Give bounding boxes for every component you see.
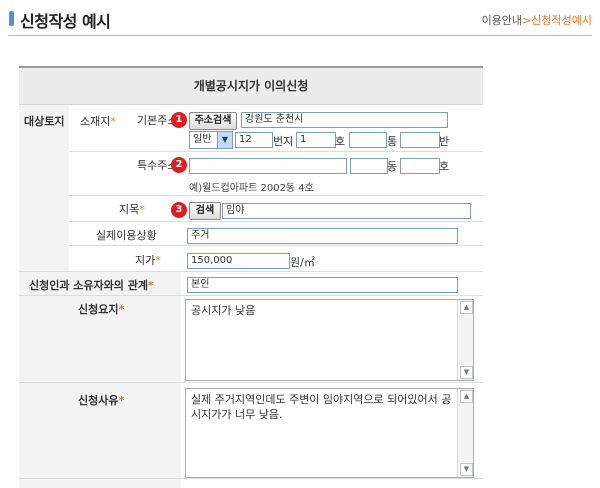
row-divider — [19, 271, 483, 272]
jimok-input[interactable]: 임야 — [222, 203, 471, 219]
required-mark: * — [147, 279, 154, 292]
lot-main-input[interactable]: 12 — [235, 132, 273, 148]
row-divider — [69, 151, 483, 152]
relation-label-text: 신청인과 소유자와의 관계 — [29, 279, 148, 292]
section-target-label: 대상토지 — [24, 115, 65, 128]
required-mark: * — [155, 254, 161, 267]
summary-label-text: 신청요지 — [78, 303, 119, 316]
step-badge-1: 1 — [171, 112, 187, 128]
location-label: 소재지* — [80, 113, 116, 129]
breadcrumb-parent[interactable]: 이용안내 — [482, 14, 522, 27]
summary-textarea[interactable]: 공시지가 낮음 ▲ ▼ — [185, 299, 474, 381]
step-badge-2: 2 — [171, 157, 187, 173]
special-ho-label: 호 — [439, 160, 450, 173]
breadcrumb: 이용안내>신청작성예시 — [482, 12, 592, 28]
special-address-input[interactable] — [189, 158, 347, 174]
price-label-text: 지가 — [135, 254, 156, 267]
row-divider — [69, 245, 483, 246]
lot-type-select[interactable]: 일반 ▼ — [189, 131, 233, 149]
step-badge-3: 3 — [171, 202, 187, 218]
required-mark: * — [118, 394, 125, 407]
summary-text: 공시지가 낮음 — [191, 304, 256, 317]
reason-label: 신청사유* — [78, 392, 124, 408]
row-divider — [69, 195, 483, 196]
address-input[interactable]: 강원도 춘천시 — [241, 112, 448, 128]
price-input[interactable]: 150,000 — [187, 253, 290, 269]
required-mark: * — [139, 203, 145, 216]
row-divider — [19, 295, 483, 296]
section-label-cell — [19, 105, 69, 271]
relation-input[interactable]: 본인 — [187, 277, 458, 293]
tong-label: 통 — [387, 135, 398, 148]
form-title: 개별공시지가 이의신청 — [19, 68, 483, 105]
ho-label: 호 — [335, 135, 346, 148]
required-mark: * — [118, 303, 125, 316]
required-mark: * — [110, 115, 116, 128]
special-ho-input[interactable] — [400, 158, 440, 174]
dong-label: 동 — [387, 160, 398, 173]
tong-input[interactable] — [349, 132, 387, 148]
ban-input[interactable] — [400, 132, 440, 148]
dong-input[interactable] — [350, 158, 388, 174]
ho-input[interactable]: 1 — [296, 132, 336, 148]
chevron-down-icon: ▼ — [217, 132, 232, 148]
special-address-example: 예)월드컵아파트 2002동 4호 — [189, 183, 314, 194]
price-label: 지가* — [135, 252, 161, 268]
page-title: 신청작성 예시 — [20, 12, 111, 31]
lot-label: 번지 — [273, 135, 294, 148]
jimok-label: 지목* — [119, 201, 145, 217]
breadcrumb-current: 신청작성예시 — [531, 14, 592, 27]
location-label-text: 소재지 — [80, 115, 111, 128]
ban-label: 반 — [439, 135, 450, 148]
address-search-button[interactable]: 주소검색 — [189, 112, 237, 130]
row-divider — [19, 478, 483, 479]
scroll-down-icon[interactable]: ▼ — [460, 366, 473, 379]
reason-label-text: 신청사유 — [78, 394, 119, 407]
summary-scrollbar[interactable]: ▲ ▼ — [457, 300, 473, 380]
reason-scrollbar[interactable]: ▲ ▼ — [457, 389, 473, 477]
reason-text: 실제 주거지역인데도 주변이 임야지역으로 되어있어서 공시지가가 너무 낮음. — [191, 393, 452, 421]
lot-type-value: 일반 — [193, 134, 212, 145]
relation-label: 신청인과 소유자와의 관계* — [29, 277, 154, 293]
scroll-up-icon[interactable]: ▲ — [460, 301, 473, 314]
row-divider — [19, 382, 483, 383]
price-unit: 원/㎡ — [290, 256, 315, 269]
usage-label: 실제이용상황 — [96, 229, 157, 242]
row-divider — [69, 221, 483, 222]
application-form: 개별공시지가 이의신청 대상토지 소재지* 기본주소 1 주소검색 강원도 춘천… — [19, 66, 483, 488]
breadcrumb-separator: > — [522, 14, 532, 27]
header-divider — [8, 35, 592, 36]
scroll-up-icon[interactable]: ▲ — [460, 390, 473, 403]
usage-input[interactable]: 주거 — [187, 228, 458, 244]
title-bar-icon — [9, 11, 14, 26]
page-header: 신청작성 예시 이용안내>신청작성예시 — [0, 0, 600, 36]
reason-textarea[interactable]: 실제 주거지역인데도 주변이 임야지역으로 되어있어서 공시지가가 너무 낮음.… — [185, 388, 474, 478]
scroll-down-icon[interactable]: ▼ — [460, 463, 473, 476]
summary-label: 신청요지* — [78, 301, 124, 317]
jimok-label-text: 지목 — [119, 203, 140, 216]
jimok-search-button[interactable]: 검색 — [189, 202, 221, 220]
